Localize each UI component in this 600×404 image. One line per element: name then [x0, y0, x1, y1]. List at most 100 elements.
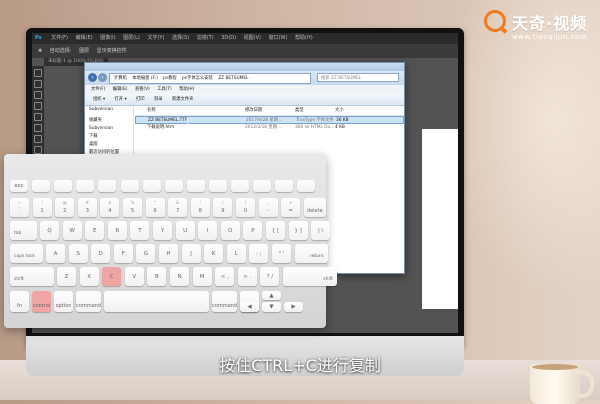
key[interactable]: < , [215, 267, 235, 286]
key-f8[interactable] [186, 180, 205, 192]
key-j[interactable]: J [181, 244, 201, 263]
key-6[interactable]: ^ 6 [145, 198, 165, 217]
key-l[interactable]: L [226, 244, 246, 263]
key-shift-right[interactable]: shift [283, 267, 337, 286]
ps-menu-file[interactable]: 文件(F) [51, 35, 68, 41]
key-return[interactable]: return [294, 244, 328, 263]
key-i[interactable]: I [198, 221, 218, 240]
move-tool-icon[interactable]: ✥ [38, 48, 42, 54]
key-d[interactable]: D [91, 244, 111, 263]
column-type[interactable]: 类型 [295, 106, 335, 115]
key-caps-lock[interactable]: caps lock [10, 244, 43, 263]
key[interactable]: > . [237, 267, 257, 286]
ps-menu-layer[interactable]: 图层(L) [123, 35, 140, 41]
key-p[interactable]: P [243, 221, 263, 240]
nav-item-subversion-2[interactable]: Subversion [85, 125, 133, 133]
key[interactable]: _ - [258, 198, 278, 217]
key-down-arrow[interactable]: ▼ [262, 302, 281, 312]
key-9[interactable]: (9 [213, 198, 233, 217]
nav-item-subversion[interactable]: Subversion [85, 106, 133, 114]
print-button[interactable]: 打印 [136, 97, 145, 102]
key-up-arrow[interactable]: ▲ [262, 291, 281, 300]
search-input[interactable]: 搜索 ZZ BETSUMEL [317, 73, 399, 82]
key-r[interactable]: R [107, 221, 127, 240]
key[interactable]: | \ [311, 221, 331, 240]
column-name[interactable]: 名称 [135, 106, 245, 115]
key-q[interactable]: Q [40, 221, 59, 240]
ps-menu-select[interactable]: 选择(S) [172, 35, 189, 41]
key[interactable]: ? / [260, 267, 280, 286]
crop-tool-icon[interactable] [34, 113, 42, 121]
key-8[interactable]: * 8 [190, 198, 210, 217]
key[interactable]: ~ ` [10, 198, 29, 217]
key-f[interactable]: F [113, 244, 133, 263]
file-row-ttf[interactable]: ZZ BETSUMEL.TTF 2017/6/28 星期... TrueType 字… [135, 116, 404, 124]
open-button[interactable]: 打开 ▾ [115, 97, 127, 102]
photoshop-canvas[interactable] [422, 129, 458, 309]
key-f11[interactable] [253, 180, 272, 192]
eyedropper-tool-icon[interactable] [34, 124, 42, 132]
key-shift-left[interactable]: shift [10, 267, 54, 286]
key-control[interactable]: control [32, 291, 51, 312]
key-7[interactable]: & 7 [168, 198, 188, 217]
key-4[interactable]: $4 [100, 198, 120, 217]
breadcrumb-item[interactable]: ps教程 [163, 76, 177, 81]
key[interactable]: { [ [266, 221, 285, 240]
file-row-htm[interactable]: 下载说明.htm 2012/3/18 星期... 360 se HTML Do...… [135, 124, 404, 132]
key-command-right[interactable]: command [212, 291, 237, 312]
menu-help[interactable]: 帮助(H) [179, 87, 194, 92]
organize-button[interactable]: 组织 ▾ [93, 97, 105, 102]
breadcrumb-item[interactable]: 计算机 [114, 76, 127, 81]
breadcrumb[interactable]: 计算机 本地磁盘 (F:) ps教程 ps字体怎么安装 ZZ BETSUMEL [109, 73, 311, 84]
key-f10[interactable] [231, 180, 249, 192]
key-v[interactable]: V [124, 267, 144, 286]
key-b[interactable]: B [147, 267, 167, 286]
ps-menu-view[interactable]: 视图(V) [244, 35, 261, 41]
key-h[interactable]: H [159, 244, 178, 263]
key-5[interactable]: % 5 [123, 198, 142, 217]
key-option[interactable]: option [54, 291, 73, 312]
key-c[interactable]: C [102, 267, 122, 286]
key-f1[interactable] [32, 180, 51, 192]
column-date[interactable]: 修改日期 [245, 106, 295, 115]
key-m[interactable]: M [192, 267, 212, 286]
key-3[interactable]: #3 [77, 198, 97, 217]
key-tab[interactable]: tab [10, 221, 37, 240]
ps-menu-filter[interactable]: 滤镜(T) [197, 35, 214, 41]
magic-wand-tool-icon[interactable] [34, 102, 42, 110]
key-right-arrow[interactable]: ▶ [284, 302, 303, 312]
menu-edit[interactable]: 编辑(E) [113, 87, 128, 92]
key-delete[interactable]: delete [303, 198, 326, 217]
key[interactable]: + = [281, 198, 301, 217]
forward-icon[interactable]: › [98, 73, 107, 82]
auto-select-dropdown[interactable]: 图层 [79, 48, 89, 54]
key-command[interactable]: command [76, 291, 101, 312]
nav-item-downloads[interactable]: 下载 [85, 133, 133, 141]
key-1[interactable]: ! 1 [32, 198, 52, 217]
key-0[interactable]: ) 0 [236, 198, 255, 217]
breadcrumb-item[interactable]: ps字体怎么安装 [182, 76, 213, 81]
key-fn[interactable]: fn [10, 291, 29, 312]
key-f9[interactable] [208, 180, 227, 192]
ps-menu-window[interactable]: 窗口(W) [269, 35, 288, 41]
ps-menu-3d[interactable]: 3D(D) [221, 35, 236, 41]
burn-button[interactable]: 刻录 [154, 97, 163, 102]
show-transform-checkbox[interactable]: 显示变换控件 [97, 48, 127, 54]
back-icon[interactable]: ‹ [88, 73, 97, 82]
key-left-arrow[interactable]: ◀ [240, 302, 259, 312]
key-e[interactable]: E [85, 221, 105, 240]
key-o[interactable]: O [220, 221, 240, 240]
key-f7[interactable] [164, 180, 183, 192]
healing-tool-icon[interactable] [34, 135, 42, 143]
menu-tools[interactable]: 工具(T) [157, 87, 172, 92]
key-y[interactable]: Y [153, 221, 172, 240]
key-f6[interactable] [142, 180, 161, 192]
key-z[interactable]: Z [57, 267, 76, 286]
breadcrumb-item[interactable]: 本地磁盘 (F:) [132, 76, 158, 81]
nav-item-favorites[interactable]: 收藏夹 [85, 117, 133, 125]
key[interactable]: } ] [288, 221, 308, 240]
key-esc[interactable]: esc [10, 180, 28, 192]
key-t[interactable]: T [130, 221, 150, 240]
ps-menu-image[interactable]: 图像(I) [100, 35, 115, 41]
move-tool-icon[interactable] [34, 69, 42, 77]
